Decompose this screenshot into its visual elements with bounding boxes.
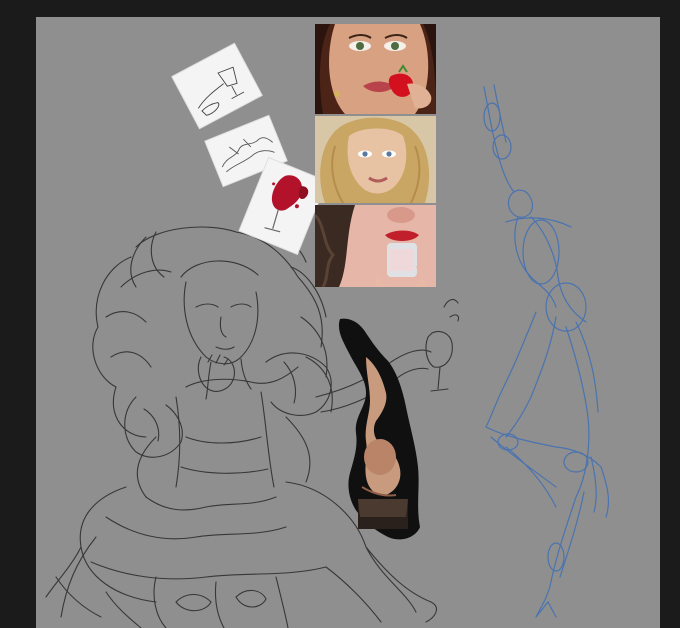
photo-lips-glass[interactable] [315,205,436,287]
photo-face-strawberry[interactable] [315,24,436,114]
photo-blonde-portrait[interactable] [315,116,436,203]
figure-pose-cutout-icon [338,318,420,540]
reference-cards[interactable] [172,43,327,254]
face-strawberry-photo-icon [315,24,436,114]
blonde-portrait-photo-icon [315,116,436,203]
gesture-construction-sketch [483,84,610,618]
photo-reference-strip[interactable] [315,24,436,287]
figure-pose-cutout[interactable] [336,317,426,542]
drawing-canvas[interactable] [36,17,660,628]
reference-card-hand-glass[interactable] [172,43,262,129]
lips-glass-photo-icon [315,205,436,287]
hand-glass-sketch-icon [197,66,245,116]
